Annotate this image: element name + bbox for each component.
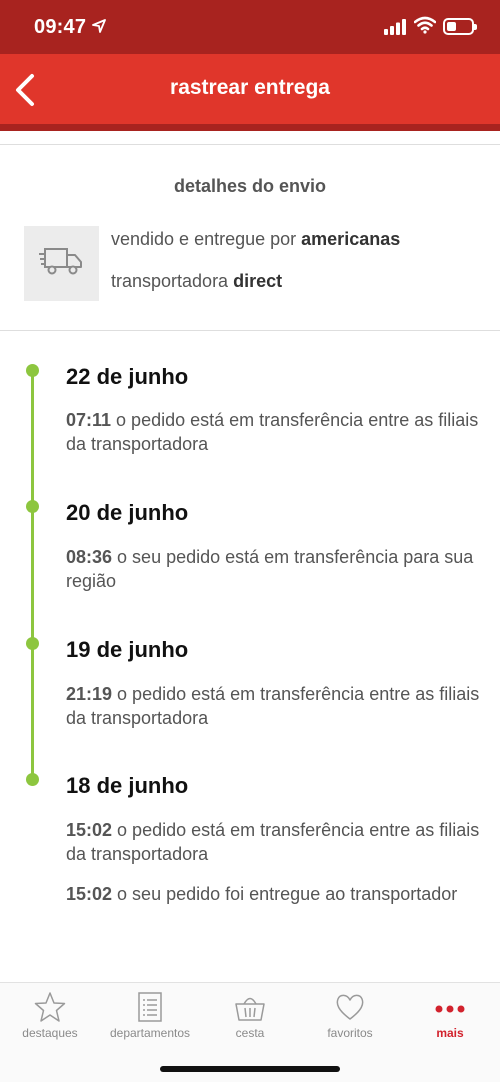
cellular-signal-icon: [384, 19, 406, 35]
event-time: 21:19: [66, 684, 113, 704]
timeline-event: 15:02 o pedido está em transferência ent…: [66, 818, 486, 866]
list-icon: [138, 992, 162, 1022]
location-arrow-icon: [92, 19, 106, 33]
event-text: o seu pedido foi entregue ao transportad…: [112, 884, 458, 904]
divider: [0, 144, 500, 145]
wifi-icon: [414, 16, 436, 34]
divider: [0, 330, 500, 331]
timeline-date: 19 de junho: [66, 637, 189, 662]
tab-departamentos[interactable]: departamentos: [100, 991, 200, 1040]
more-dots-icon: [435, 1005, 465, 1013]
timeline-event: 07:11 o pedido está em transferência ent…: [66, 408, 486, 456]
tab-mais[interactable]: mais: [400, 991, 500, 1040]
timeline-event: 15:02 o seu pedido foi entregue ao trans…: [66, 882, 486, 906]
page-title: rastrear entrega: [170, 76, 330, 99]
timeline-dot: [26, 773, 39, 786]
timeline-date: 18 de junho: [66, 773, 189, 798]
seller-name: americanas: [301, 229, 401, 249]
truck-icon-box: [24, 226, 99, 301]
tab-label: mais: [436, 1026, 464, 1040]
status-bar: 09:47: [0, 0, 500, 54]
status-time: 09:47: [34, 16, 87, 38]
timeline-event: 08:36 o seu pedido está em transferência…: [66, 545, 486, 593]
tab-destaques[interactable]: destaques: [0, 991, 100, 1040]
shipping-details-title: detalhes do envio: [173, 176, 327, 196]
basket-icon: [235, 997, 265, 1021]
carrier-name: direct: [233, 271, 283, 291]
timeline-line: [31, 370, 34, 780]
event-text: o seu pedido está em transferência para …: [66, 547, 474, 591]
tab-label: departamentos: [109, 1026, 191, 1040]
header-bottom-band: [0, 124, 500, 131]
tab-cesta[interactable]: cesta: [200, 991, 300, 1040]
timeline-date: 22 de junho: [66, 364, 189, 389]
event-time: 08:36: [66, 547, 113, 567]
star-icon: [34, 992, 66, 1022]
event-text: o pedido está em transferência entre as …: [66, 820, 480, 864]
event-time: 15:02: [66, 820, 113, 840]
timeline-date: 20 de junho: [66, 500, 189, 525]
tab-label: favoritos: [327, 1026, 373, 1040]
carrier-line: transportadora direct: [111, 271, 282, 292]
truck-icon: [39, 248, 82, 275]
seller-prefix: vendido e entregue por: [111, 229, 302, 249]
timeline-dot: [26, 364, 39, 377]
event-time: 15:02: [66, 884, 113, 904]
battery-icon: [443, 18, 477, 35]
carrier-prefix: transportadora: [111, 271, 234, 291]
timeline-event: 21:19 o pedido está em transferência ent…: [66, 682, 486, 730]
event-text: o pedido está em transferência entre as …: [66, 410, 479, 454]
tab-label: destaques: [22, 1026, 78, 1040]
event-time: 07:11: [66, 410, 112, 430]
event-text: o pedido está em transferência entre as …: [66, 684, 480, 728]
tab-label: cesta: [235, 1026, 265, 1040]
tab-favoritos[interactable]: favoritos: [300, 991, 400, 1040]
heart-icon: [336, 994, 364, 1020]
timeline-dot: [26, 500, 39, 513]
timeline-dot: [26, 637, 39, 650]
seller-line: vendido e entregue por americanas: [111, 229, 400, 250]
home-indicator: [160, 1066, 340, 1072]
